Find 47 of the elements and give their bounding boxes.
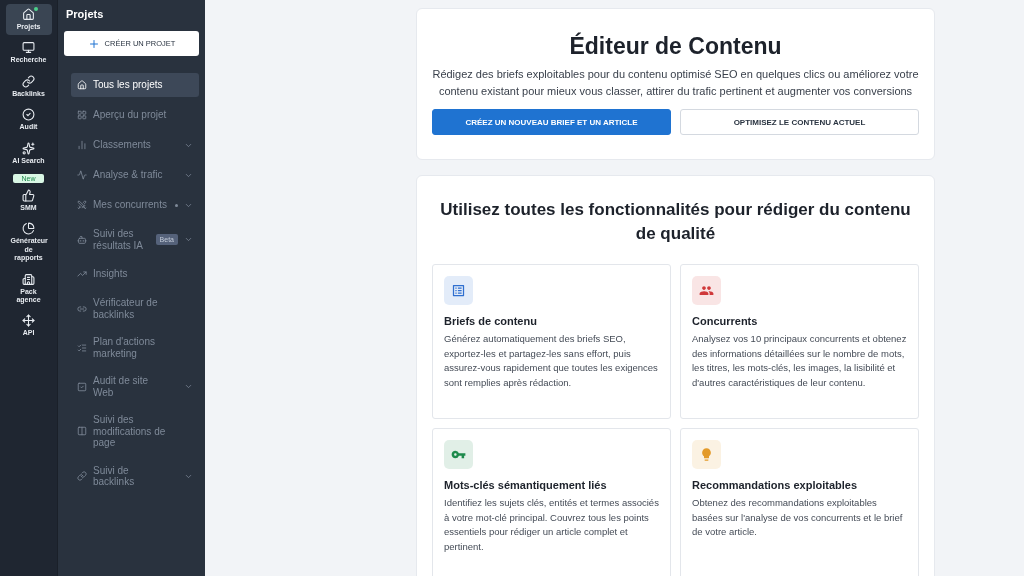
feature-title: Briefs de contenu [444,315,538,327]
nav-item[interactable]: Vérificateur de backlinks [71,292,199,325]
feature-title: Recommandations exploitables [692,479,859,491]
plus-icon [87,37,100,50]
move-icon [22,314,35,328]
grid-icon [77,110,87,120]
robot-icon [77,234,87,245]
nav-item[interactable]: Tous les projets [71,73,199,97]
pie-chart-icon [22,222,35,236]
nav-item[interactable]: Mes concurrents [71,193,199,217]
thumbs-up-icon [22,188,35,202]
section-title: Utilisez toutes les fonctionnalités pour rédiger du contenu de qualité [439,199,912,245]
page-title: Éditeur de Contenu [569,33,782,60]
nav-item[interactable]: Aperçu du projet [71,103,199,127]
monitor-icon [22,41,35,55]
feature-title: Concurrents [692,315,759,327]
building-icon [22,272,35,286]
description: Rédigez des briefs exploitables pour du contenu optimisé SEO en quelques clics ou améliorez votre contenu existant pour mieux vous classer, attirer du trafic pertinent et augmenter vos conversions [432,67,919,99]
feature-text: Analysez vos 10 principaux concurrents et obtenez des informations détaillées sur le nombre de mots, les titres, les mots-clés, les images, la lisibilité et d'autres caractéristiques de leur contenu. [692,332,907,390]
columns-icon [77,426,87,437]
optimize-button[interactable]: OPTIMISEZ LE CONTENU ACTUEL [680,109,919,135]
link-icon [77,303,87,314]
feature-text: Identifiez les sujets clés, entités et termes associés à votre mot-clé principal. Couvrez tous les points essentiels pour rédiger un article complet et pertinent. [444,496,659,554]
check-circle-icon [22,108,35,122]
nav-item[interactable]: Plan d'actions marketing [71,331,199,364]
feature-text: Générez automatiquement des briefs SEO, exportez-les et partagez-les sans effort, puis assurez-vous rapidement que toutes les exigences sont remplies après rédaction. [444,332,659,390]
nav-item[interactable]: Analyse & trafic [71,163,199,187]
link-icon [77,471,87,481]
nav-item[interactable]: Audit de site Web [71,370,199,403]
nav-item[interactable]: Suivi de backlinks [71,459,199,493]
create-brief-button[interactable]: CRÉEZ UN NOUVEAU BRIEF ET UN ARTICLE [432,109,671,135]
nav-item[interactable]: Insights [71,262,199,286]
home-icon [77,80,87,90]
nav-item[interactable]: Classements [71,133,199,157]
home-icon [22,8,35,21]
nav-item[interactable]: Suivi des modifications de page [71,409,199,454]
checkbox-icon [77,381,87,392]
checklist-icon [77,342,87,353]
link-icon [22,74,35,88]
trend-icon [77,269,87,279]
feature-text: Obtenez des recommandations exploitables basées sur l'analyse de vos concurrents et le brief de votre article. [692,496,904,539]
panel-title: Projets [65,7,105,20]
swords-icon [77,200,87,210]
pulse-icon [77,170,87,180]
feature-title: Mots-clés sémantiquement liés [444,479,608,491]
bar-chart-icon [77,140,87,150]
sparkles-icon [22,141,35,155]
